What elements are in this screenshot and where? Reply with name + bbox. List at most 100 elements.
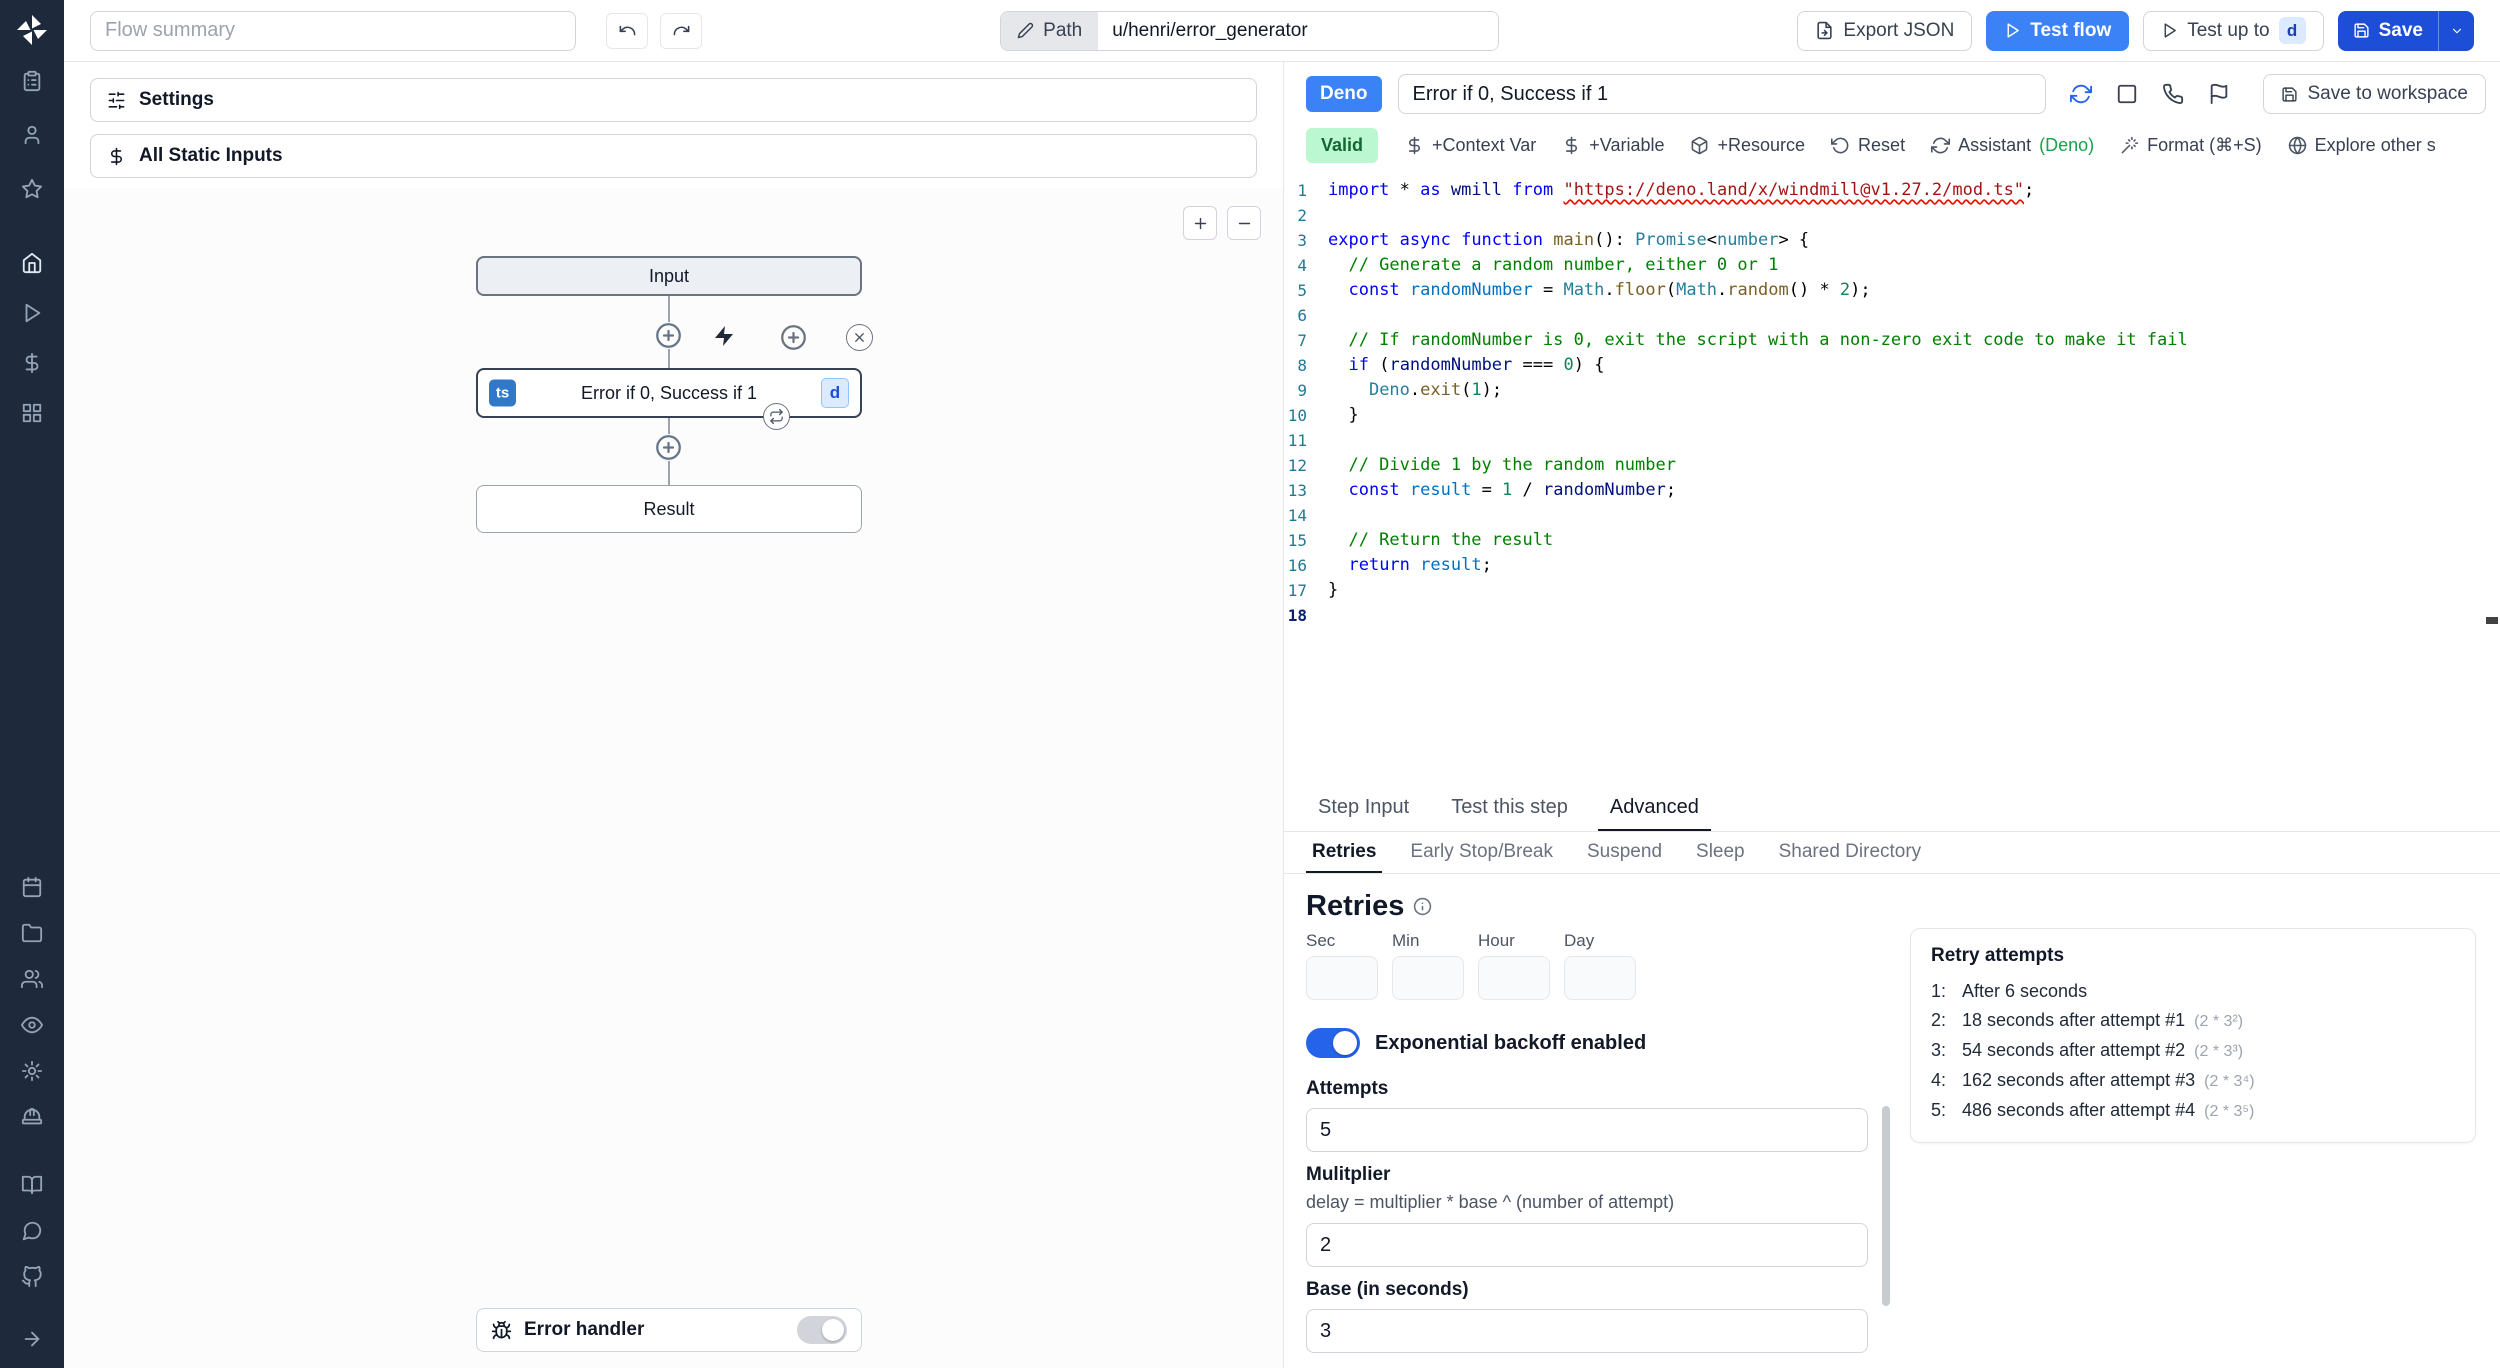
- code-editor[interactable]: 1 import * as wmill from "https://deno.la…: [1284, 172, 2500, 786]
- fullscreen-icon[interactable]: [2116, 83, 2138, 105]
- add-step-button-2[interactable]: [655, 434, 682, 461]
- advanced-subtabs: Retries Early Stop/Break Suspend Sleep Share…: [1284, 832, 2500, 874]
- multiplier-input[interactable]: [1306, 1223, 1868, 1267]
- hardhat-icon[interactable]: [21, 1106, 43, 1128]
- export-icon: [1815, 21, 1834, 40]
- undo-icon: [618, 21, 637, 40]
- tab-test-this-step[interactable]: Test this step: [1439, 786, 1580, 831]
- toolbar-explore-other-s[interactable]: Explore other s: [2277, 129, 2447, 162]
- dollar-icon: [107, 147, 126, 166]
- toolbar-variable[interactable]: +Variable: [1551, 129, 1675, 162]
- users-icon[interactable]: [21, 968, 43, 990]
- zoom-in-button[interactable]: [1183, 206, 1217, 240]
- test-flow-button[interactable]: Test flow: [1986, 10, 2130, 51]
- subtab-early-stop-break[interactable]: Early Stop/Break: [1404, 832, 1559, 873]
- topbar-center: Path: [702, 10, 1797, 51]
- input-node[interactable]: Input: [476, 256, 862, 296]
- code-line: 2: [1284, 203, 2500, 228]
- scrollbar-thumb[interactable]: [1882, 1106, 1890, 1306]
- folder-icon[interactable]: [21, 922, 43, 944]
- home-icon[interactable]: [21, 252, 43, 274]
- move-step-button[interactable]: [780, 324, 807, 351]
- zoom-out-button[interactable]: [1227, 206, 1261, 240]
- flow-summary-input[interactable]: [90, 10, 576, 51]
- path-field-group: Path: [1000, 10, 1500, 51]
- dollar-icon[interactable]: [21, 352, 43, 374]
- static-inputs-bar[interactable]: All Static Inputs: [90, 134, 1257, 178]
- subtab-suspend[interactable]: Suspend: [1581, 832, 1668, 873]
- toolbar-reset[interactable]: Reset: [1820, 129, 1916, 162]
- undo-button[interactable]: [606, 12, 648, 49]
- retry-indicator-button[interactable]: [763, 403, 790, 430]
- redo-button[interactable]: [660, 12, 702, 49]
- toolbar-assistant[interactable]: Assistant (Deno): [1920, 129, 2105, 162]
- save-dropdown-button[interactable]: [2438, 10, 2474, 51]
- play-icon: [2004, 22, 2021, 39]
- save-button-group: Save: [2337, 10, 2474, 51]
- discord-icon[interactable]: [21, 1220, 43, 1242]
- grid-icon[interactable]: [21, 402, 43, 424]
- code-line: 3 export async function main(): Promise<n…: [1284, 228, 2500, 253]
- line-number: 5: [1297, 281, 1307, 300]
- settings-bar[interactable]: Settings: [90, 78, 1257, 122]
- settings-label: Settings: [139, 89, 214, 110]
- delete-step-button[interactable]: [846, 324, 873, 351]
- line-number: 11: [1287, 431, 1307, 450]
- zoom-controls: [1183, 206, 1261, 240]
- scrollbar[interactable]: [1882, 890, 1892, 1368]
- sec-input[interactable]: [1306, 956, 1378, 1000]
- valid-badge: Valid: [1306, 127, 1379, 163]
- code-line: 17}: [1284, 578, 2500, 603]
- phone-icon[interactable]: [2162, 83, 2184, 105]
- toolbar-format-s[interactable]: Format (⌘+S): [2109, 129, 2273, 162]
- refresh-cw-icon: [1931, 136, 1951, 155]
- plus-circle-icon: [655, 322, 682, 349]
- tab-advanced[interactable]: Advanced: [1597, 786, 1711, 831]
- base-input[interactable]: [1306, 1309, 1868, 1353]
- sliders-icon: [107, 91, 126, 110]
- book-open-icon[interactable]: [21, 1174, 43, 1196]
- exponential-backoff-toggle[interactable]: [1306, 1028, 1360, 1058]
- trigger-zap-button[interactable]: [712, 324, 736, 348]
- day-input[interactable]: [1564, 956, 1636, 1000]
- eye-icon[interactable]: [21, 1014, 43, 1036]
- path-input[interactable]: [1098, 11, 1499, 50]
- toolbar-resource[interactable]: +Resource: [1679, 129, 1816, 162]
- subtab-shared-directory[interactable]: Shared Directory: [1773, 832, 1928, 873]
- windmill-logo[interactable]: [14, 12, 50, 48]
- error-handler-bar[interactable]: Error handler: [476, 1308, 862, 1352]
- export-json-button[interactable]: Export JSON: [1797, 10, 1973, 51]
- step-node[interactable]: ts Error if 0, Success if 1 d: [476, 324, 873, 430]
- subtab-retries[interactable]: Retries: [1306, 832, 1383, 873]
- line-number: 18: [1287, 606, 1307, 625]
- flag-icon[interactable]: [2208, 83, 2230, 105]
- star-icon[interactable]: [21, 178, 43, 200]
- line-number: 8: [1297, 356, 1307, 375]
- error-handler-toggle[interactable]: [797, 1316, 847, 1344]
- toolbar-context-var[interactable]: +Context Var: [1394, 129, 1547, 162]
- diff-mode-icon[interactable]: [2069, 83, 2092, 105]
- min-input[interactable]: [1392, 956, 1464, 1000]
- github-icon[interactable]: [21, 1266, 43, 1288]
- flow-canvas[interactable]: Input ts Error if 0, Success if 1 d Resu…: [64, 188, 1283, 1368]
- add-step-button[interactable]: [655, 322, 682, 349]
- hour-input[interactable]: [1478, 956, 1550, 1000]
- code-line: 11: [1284, 428, 2500, 453]
- expand-sidebar-icon[interactable]: [21, 1328, 43, 1350]
- attempts-input[interactable]: [1306, 1108, 1868, 1152]
- clipboard-list-icon[interactable]: [21, 70, 43, 92]
- info-icon[interactable]: [1413, 897, 1432, 916]
- subtab-sleep[interactable]: Sleep: [1690, 832, 1751, 873]
- result-node[interactable]: Result: [476, 485, 862, 533]
- gear-icon[interactable]: [21, 1060, 43, 1082]
- step-title-input[interactable]: [1397, 74, 2046, 114]
- tab-step-input[interactable]: Step Input: [1306, 786, 1421, 831]
- test-up-to-button[interactable]: Test up to d: [2143, 10, 2324, 51]
- save-button[interactable]: Save: [2338, 11, 2438, 51]
- play-icon[interactable]: [21, 302, 43, 324]
- static-inputs-label: All Static Inputs: [139, 145, 283, 166]
- save-to-workspace-button[interactable]: Save to workspace: [2263, 74, 2486, 114]
- calendar-icon[interactable]: [21, 876, 43, 898]
- retry-attempts-box: Retry attempts 1: After 6 seconds 2: 18 sec…: [1910, 928, 2476, 1143]
- user-icon[interactable]: [21, 124, 43, 146]
